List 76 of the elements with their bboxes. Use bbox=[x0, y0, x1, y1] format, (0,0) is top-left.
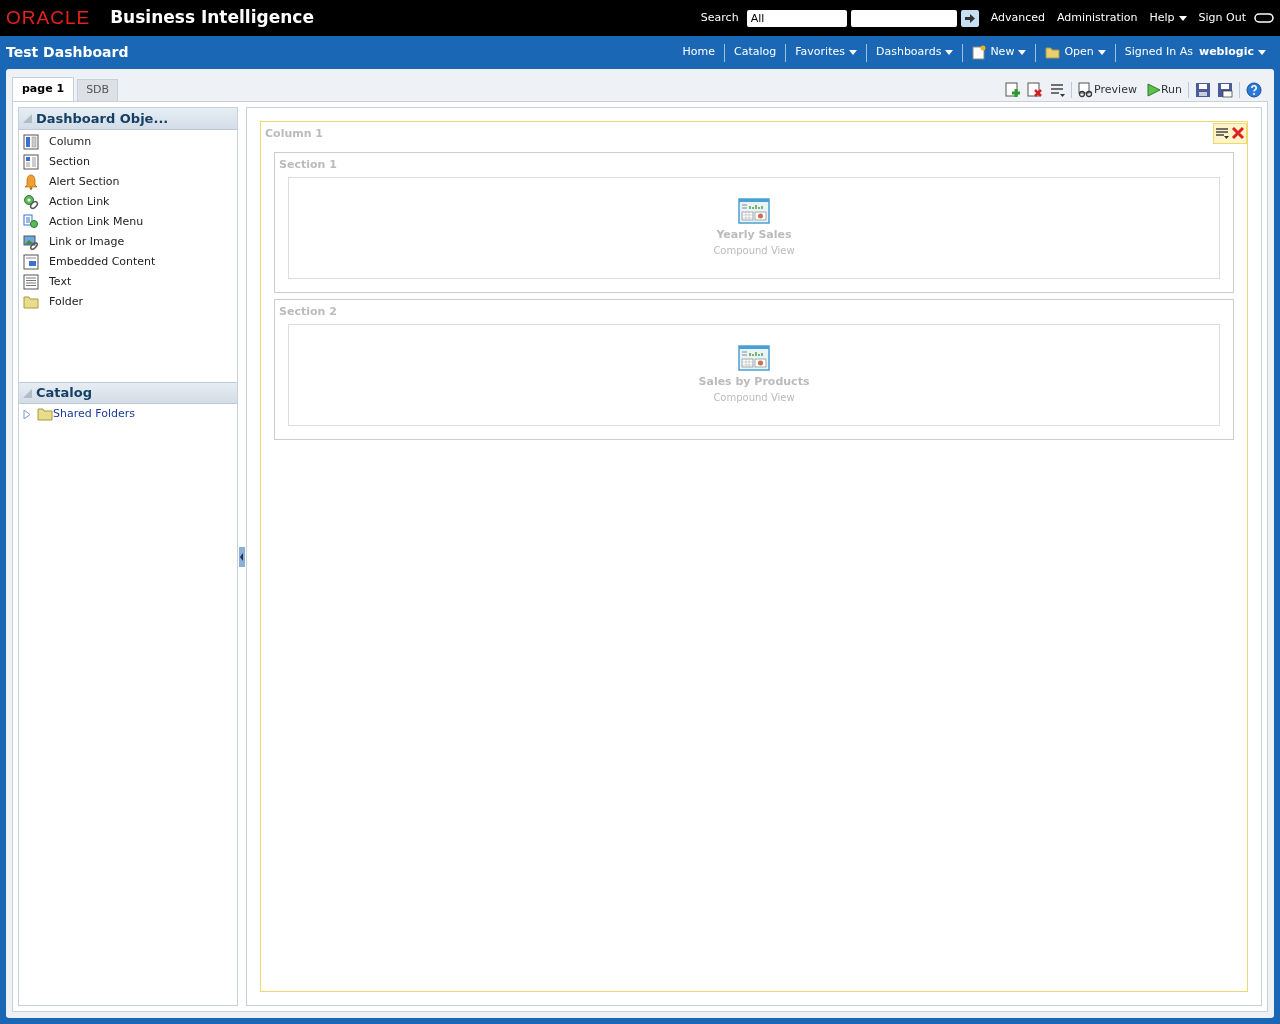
object-item[interactable]: Action Link bbox=[19, 192, 237, 212]
nav-link[interactable]: Home bbox=[673, 44, 724, 61]
embedded-content-icon bbox=[23, 254, 39, 270]
image-link-icon bbox=[23, 234, 39, 250]
object-item[interactable]: Column bbox=[19, 132, 237, 152]
section-icon bbox=[23, 154, 39, 170]
column-title: Column 1 bbox=[265, 125, 323, 142]
dashboard-title: Test Dashboard bbox=[6, 43, 129, 62]
gear-link-icon bbox=[23, 194, 39, 210]
caret-icon bbox=[945, 50, 954, 55]
search-go-button[interactable] bbox=[960, 9, 979, 27]
header-link[interactable]: Sign Out bbox=[1198, 9, 1246, 27]
nav-link[interactable]: Dashboards bbox=[866, 44, 963, 61]
compound-view-icon bbox=[738, 344, 770, 371]
product-title: Business Intelligence bbox=[110, 6, 314, 30]
caret-icon bbox=[1178, 15, 1187, 21]
nav-link[interactable]: New bbox=[963, 44, 1036, 61]
section-title: Section 1 bbox=[279, 156, 338, 173]
nav-link[interactable]: Open bbox=[1036, 44, 1115, 61]
delete-page-icon[interactable] bbox=[1027, 81, 1044, 98]
catalog-folder[interactable]: Shared Folders bbox=[53, 405, 135, 423]
nav-link[interactable]: Catalog bbox=[725, 44, 786, 61]
oracle-logo: ORACLE bbox=[6, 5, 91, 30]
view-type: Compound View bbox=[713, 391, 795, 406]
folder-icon bbox=[37, 406, 53, 422]
glasses-icon bbox=[1078, 81, 1095, 98]
compound-view-icon bbox=[738, 197, 770, 224]
object-item[interactable]: Alert Section bbox=[19, 172, 237, 192]
panel-title: Catalog bbox=[36, 384, 92, 403]
column-icon bbox=[23, 134, 39, 150]
object-item[interactable]: Embedded Content bbox=[19, 252, 237, 272]
search-label: Search bbox=[700, 9, 739, 26]
preview-button[interactable]: Preview bbox=[1078, 81, 1137, 98]
menu-link-icon bbox=[23, 214, 39, 230]
play-icon bbox=[1146, 82, 1161, 97]
page-tab[interactable]: SDB bbox=[77, 79, 119, 101]
close-icon[interactable] bbox=[1231, 126, 1245, 140]
arrow-right-icon bbox=[964, 13, 975, 23]
header-link[interactable]: Advanced bbox=[990, 9, 1045, 27]
folder-icon bbox=[1045, 46, 1061, 59]
page-tab[interactable]: page 1 bbox=[12, 77, 75, 101]
new-document-icon bbox=[972, 45, 987, 60]
add-page-icon[interactable] bbox=[1005, 81, 1022, 98]
view-name: Sales by Products bbox=[698, 373, 810, 390]
search-scope-field[interactable]: All bbox=[746, 9, 847, 27]
user-menu[interactable]: weblogic bbox=[1193, 44, 1274, 61]
object-item[interactable]: Action Link Menu bbox=[19, 212, 237, 232]
signed-in-label: Signed In As bbox=[1123, 44, 1193, 61]
header-link[interactable]: Help bbox=[1149, 9, 1187, 27]
run-button[interactable]: Run bbox=[1146, 81, 1182, 98]
object-item[interactable]: Text bbox=[19, 272, 237, 292]
view-type: Compound View bbox=[713, 244, 795, 259]
help-icon[interactable] bbox=[1246, 81, 1262, 98]
nav-link[interactable]: Favorites bbox=[786, 44, 866, 61]
object-item[interactable]: Section bbox=[19, 152, 237, 172]
list-menu-icon[interactable] bbox=[1049, 81, 1066, 98]
caret-icon bbox=[1258, 50, 1266, 55]
caret-icon bbox=[848, 50, 857, 55]
list-menu-icon[interactable] bbox=[1215, 126, 1229, 140]
object-item[interactable]: Folder bbox=[19, 292, 237, 312]
header-link[interactable]: Administration bbox=[1057, 9, 1138, 27]
save-as-icon[interactable] bbox=[1217, 81, 1233, 98]
expand-icon[interactable] bbox=[23, 409, 31, 419]
panel-title: Dashboard Obje... bbox=[36, 109, 169, 128]
oracle-ring-icon bbox=[1254, 13, 1274, 23]
object-item[interactable]: Link or Image bbox=[19, 232, 237, 252]
save-icon[interactable] bbox=[1195, 81, 1211, 98]
splitter-handle-icon[interactable] bbox=[239, 546, 245, 567]
text-icon bbox=[23, 274, 39, 290]
view-name: Yearly Sales bbox=[716, 226, 792, 243]
folder-icon bbox=[23, 294, 39, 310]
caret-icon bbox=[1018, 50, 1027, 55]
section-title: Section 2 bbox=[279, 303, 338, 320]
search-field[interactable] bbox=[850, 9, 957, 27]
bell-icon bbox=[23, 174, 39, 190]
caret-icon bbox=[1097, 50, 1106, 55]
